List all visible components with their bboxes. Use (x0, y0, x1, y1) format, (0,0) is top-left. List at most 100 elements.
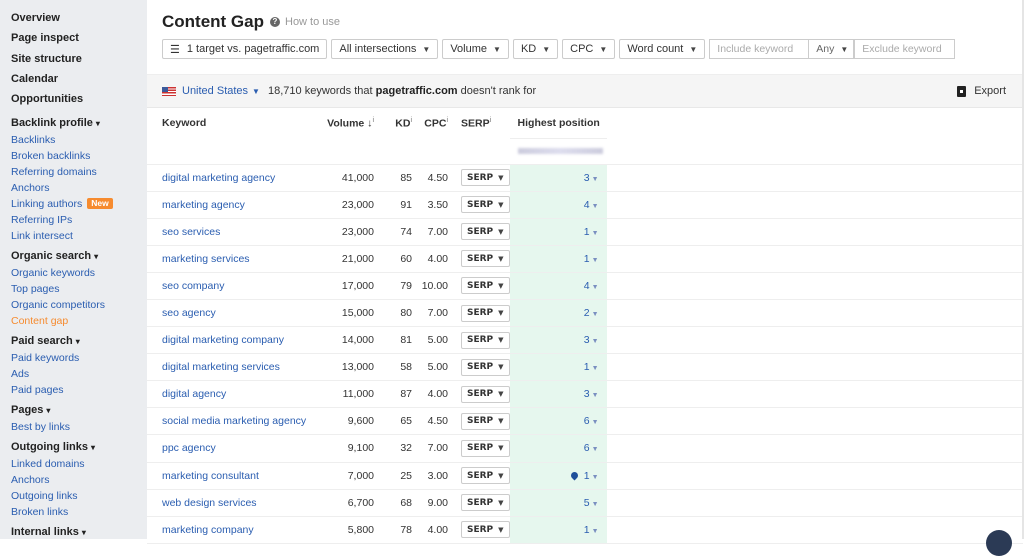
sidebar-section-organic-search[interactable]: Organic search ▾ (0, 248, 147, 265)
serp-button[interactable]: SERP ▼ (461, 250, 510, 268)
keyword-link[interactable]: digital marketing agency (147, 164, 307, 192)
info-icon[interactable]: i (446, 117, 448, 124)
sidebar-link-broken-links[interactable]: Broken links (0, 504, 147, 520)
info-icon[interactable]: i (490, 117, 492, 124)
sidebar-link-link-intersect[interactable]: Link intersect (0, 228, 147, 244)
sidebar-link-broken-backlinks[interactable]: Broken backlinks (0, 148, 147, 164)
intersections-dropdown[interactable]: All intersections ▼ (331, 39, 439, 59)
sidebar-section-backlink-profile[interactable]: Backlink profile ▾ (0, 115, 147, 132)
keyword-link[interactable]: marketing services (147, 245, 307, 273)
position-cell[interactable]: 4 ▼ (509, 272, 607, 300)
word-count-dropdown[interactable]: Word count ▼ (619, 39, 706, 59)
table-row: digital agency 11,000 87 4.00 SERP ▼ 3 ▼ (147, 380, 1023, 409)
keyword-link[interactable]: ppc agency (147, 434, 307, 463)
col-volume[interactable]: Volume ↓i (307, 108, 374, 138)
position-cell[interactable]: 3 ▼ (509, 326, 607, 355)
sidebar-item-page-inspect[interactable]: Page inspect (0, 30, 147, 50)
sidebar-link-outgoing-links[interactable]: Outgoing links (0, 488, 147, 504)
kd-cell: 87 (374, 380, 412, 409)
kd-cell: 81 (374, 326, 412, 355)
cpc-dropdown[interactable]: CPC ▼ (562, 39, 616, 59)
serp-button[interactable]: SERP ▼ (461, 331, 510, 349)
position-cell[interactable]: 1 ▼ (509, 462, 607, 490)
keyword-link[interactable]: seo company (147, 272, 307, 300)
serp-button[interactable]: SERP ▼ (461, 169, 510, 187)
position-cell[interactable]: 1 ▼ (509, 516, 607, 544)
sidebar-link-ads[interactable]: Ads (0, 366, 147, 382)
keyword-link[interactable]: digital marketing company (147, 326, 307, 355)
col-highest-position[interactable]: Highest position (510, 108, 607, 138)
keyword-link[interactable]: digital agency (147, 380, 307, 409)
serp-button[interactable]: SERP ▼ (461, 467, 510, 485)
sidebar-link-linking-authors[interactable]: Linking authors New (0, 196, 147, 212)
exclude-keyword-input[interactable]: Exclude keyword (854, 39, 956, 59)
sidebar-link-content-gap[interactable]: Content gap (0, 313, 147, 329)
info-icon[interactable]: i (410, 117, 412, 124)
cpc-cell: 7.00 (412, 218, 448, 246)
serp-button[interactable]: SERP ▼ (461, 385, 510, 403)
sidebar-item-calendar[interactable]: Calendar (0, 71, 147, 91)
serp-button[interactable]: SERP ▼ (461, 358, 510, 376)
sidebar-link-paid-pages[interactable]: Paid pages (0, 382, 147, 398)
sidebar-link-referring-domains[interactable]: Referring domains (0, 164, 147, 180)
sidebar-link-anchors[interactable]: Anchors (0, 180, 147, 196)
sidebar-link-anchors[interactable]: Anchors (0, 472, 147, 488)
keyword-link[interactable]: marketing agency (147, 191, 307, 219)
position-cell[interactable]: 1 ▼ (509, 353, 607, 382)
how-to-use-link[interactable]: How to use (285, 16, 340, 28)
sidebar-link-paid-keywords[interactable]: Paid keywords (0, 350, 147, 366)
keyword-link[interactable]: social media marketing agency (147, 407, 307, 436)
position-cell[interactable]: 6 ▼ (509, 407, 607, 436)
sidebar-link-best-by-links[interactable]: Best by links (0, 419, 147, 435)
col-kd[interactable]: KDi (374, 108, 412, 138)
position-cell[interactable]: 2 ▼ (509, 299, 607, 328)
serp-button[interactable]: SERP ▼ (461, 304, 510, 322)
serp-button[interactable]: SERP ▼ (461, 439, 510, 457)
col-cpc[interactable]: CPCi (412, 108, 448, 138)
position-cell[interactable]: 3 ▼ (509, 164, 607, 192)
target-button[interactable]: ☰ 1 target vs. pagetraffic.com (162, 39, 328, 59)
keyword-link[interactable]: marketing consultant (147, 462, 307, 490)
serp-button[interactable]: SERP ▼ (461, 196, 510, 214)
serp-button[interactable]: SERP ▼ (461, 521, 510, 539)
col-keyword[interactable]: Keyword (147, 108, 307, 138)
info-icon[interactable]: i (372, 117, 374, 124)
sidebar-section-outgoing-links[interactable]: Outgoing links ▾ (0, 439, 147, 456)
sidebar-link-organic-competitors[interactable]: Organic competitors (0, 297, 147, 313)
keyword-link[interactable]: marketing company (147, 516, 307, 544)
sidebar-item-overview[interactable]: Overview (0, 10, 147, 30)
sidebar-item-opportunities[interactable]: Opportunities (0, 91, 147, 111)
keyword-link[interactable]: web design services (147, 489, 307, 517)
keyword-link[interactable]: seo agency (147, 299, 307, 328)
position-cell[interactable]: 1 ▼ (509, 218, 607, 246)
sidebar-section-paid-search[interactable]: Paid search ▾ (0, 333, 147, 350)
keyword-link[interactable]: seo services (147, 218, 307, 246)
position-cell[interactable]: 3 ▼ (509, 380, 607, 409)
include-keyword-input[interactable]: Include keyword (709, 39, 810, 59)
position-cell[interactable]: 1 ▼ (509, 245, 607, 273)
sidebar-link-label: Paid keywords (11, 352, 80, 365)
volume-cell: 13,000 (307, 353, 374, 382)
sidebar-link-organic-keywords[interactable]: Organic keywords (0, 265, 147, 281)
chat-widget-button[interactable] (986, 530, 1012, 556)
help-icon[interactable]: ? (270, 17, 280, 27)
sidebar-link-backlinks[interactable]: Backlinks (0, 132, 147, 148)
country-selector[interactable]: United States ▼ (162, 85, 260, 97)
sidebar-link-linked-domains[interactable]: Linked domains (0, 456, 147, 472)
position-cell[interactable]: 6 ▼ (509, 434, 607, 463)
serp-button[interactable]: SERP ▼ (461, 494, 510, 512)
sidebar-link-referring-ips[interactable]: Referring IPs (0, 212, 147, 228)
keyword-link[interactable]: digital marketing services (147, 353, 307, 382)
serp-button[interactable]: SERP ▼ (461, 412, 510, 430)
position-cell[interactable]: 4 ▼ (509, 191, 607, 219)
volume-dropdown[interactable]: Volume ▼ (442, 39, 509, 59)
position-cell[interactable]: 5 ▼ (509, 489, 607, 517)
export-button[interactable]: Export (957, 85, 1006, 97)
sidebar-item-site-structure[interactable]: Site structure (0, 51, 147, 71)
serp-button[interactable]: SERP ▼ (461, 277, 510, 295)
sidebar-section-pages[interactable]: Pages ▾ (0, 402, 147, 419)
any-dropdown[interactable]: Any ▼ (809, 39, 855, 59)
sidebar-link-top-pages[interactable]: Top pages (0, 281, 147, 297)
kd-dropdown[interactable]: KD ▼ (512, 39, 559, 59)
serp-button[interactable]: SERP ▼ (461, 223, 510, 241)
